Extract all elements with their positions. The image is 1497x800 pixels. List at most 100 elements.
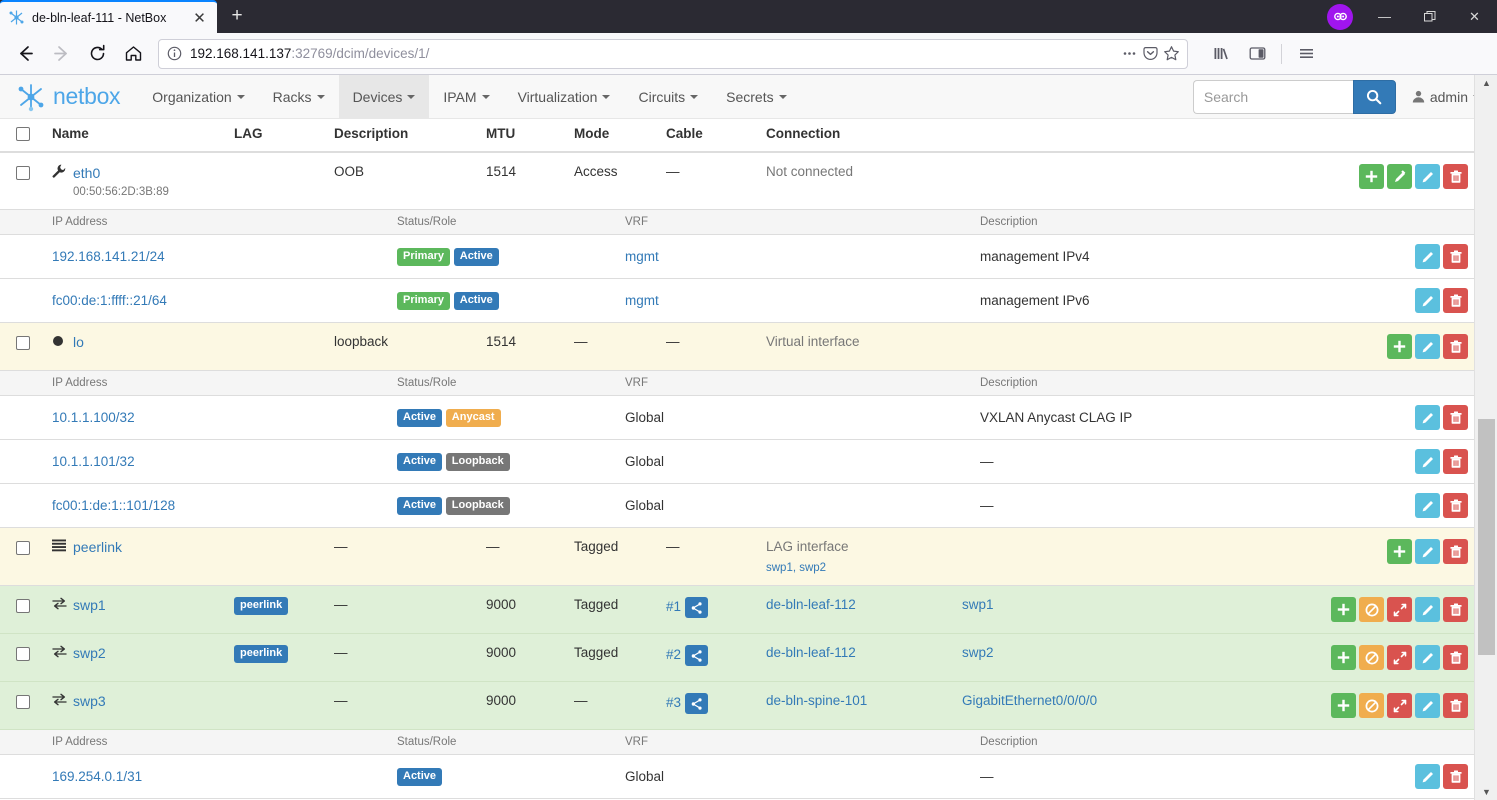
disconnect-button[interactable] bbox=[1387, 597, 1412, 623]
interface-row[interactable]: eth0 00:50:56:2D:3B:89 OOB 1514 Access — Not c… bbox=[0, 152, 1474, 211]
edit-button[interactable] bbox=[1415, 693, 1440, 719]
disable-button[interactable] bbox=[1359, 693, 1384, 719]
interface-row[interactable]: peerlink — — Tagged — LAG interface swp1, swp2 bbox=[0, 528, 1474, 587]
home-icon[interactable] bbox=[116, 38, 150, 70]
add-button[interactable] bbox=[1331, 645, 1356, 671]
scroll-up-arrow[interactable]: ▲ bbox=[1475, 75, 1497, 91]
cable-link[interactable]: #1 bbox=[666, 600, 681, 615]
site-info-icon[interactable] bbox=[165, 44, 184, 63]
lag-members[interactable]: swp1, swp2 bbox=[766, 562, 950, 574]
interface-name-link[interactable]: lo bbox=[73, 334, 84, 350]
add-button[interactable] bbox=[1331, 597, 1356, 623]
edit-button[interactable] bbox=[1415, 164, 1440, 190]
disconnect-button[interactable] bbox=[1387, 645, 1412, 671]
row-checkbox[interactable] bbox=[16, 598, 30, 613]
ip-edit-button[interactable] bbox=[1415, 405, 1440, 431]
header-description[interactable]: Description bbox=[328, 119, 480, 154]
interface-name-link[interactable]: swp3 bbox=[73, 693, 106, 709]
page-actions-icon[interactable] bbox=[1120, 44, 1139, 63]
ip-edit-button[interactable] bbox=[1415, 449, 1440, 475]
pocket-icon[interactable] bbox=[1141, 44, 1160, 63]
header-name[interactable]: Name bbox=[46, 119, 228, 154]
ip-row[interactable]: 192.168.141.21/24 Primary Active mgmt mana… bbox=[0, 234, 1474, 280]
ip-address-link[interactable]: 192.168.141.21/24 bbox=[52, 249, 165, 264]
ip-row[interactable]: 10.1.1.101/32 Active Loopback Global — bbox=[0, 439, 1474, 485]
vrf-link[interactable]: mgmt bbox=[625, 249, 659, 264]
connect-cable-button[interactable] bbox=[1387, 164, 1412, 190]
row-checkbox[interactable] bbox=[16, 335, 30, 350]
ip-delete-button[interactable] bbox=[1443, 449, 1468, 475]
interface-row[interactable]: swp1 peerlink —9000 Tagged #1 de-bln-leaf-112… bbox=[0, 585, 1474, 635]
vrf-link[interactable]: mgmt bbox=[625, 293, 659, 308]
interface-row[interactable]: lo loopback 1514— — Virtual interface bbox=[0, 323, 1474, 372]
ip-delete-button[interactable] bbox=[1443, 244, 1468, 270]
firefox-account-icon[interactable] bbox=[1327, 3, 1353, 30]
search-input[interactable] bbox=[1192, 79, 1353, 114]
row-checkbox[interactable] bbox=[16, 165, 30, 180]
window-close-button[interactable]: ✕ bbox=[1452, 0, 1497, 33]
interface-name-link[interactable]: peerlink bbox=[73, 539, 122, 555]
lag-badge[interactable]: peerlink bbox=[234, 597, 289, 615]
sidebar-toggle-icon[interactable] bbox=[1240, 38, 1274, 70]
ip-edit-button[interactable] bbox=[1415, 764, 1440, 790]
page-scrollbar-thumb[interactable] bbox=[1478, 419, 1495, 655]
close-tab-icon[interactable]: ✕ bbox=[190, 8, 209, 27]
connection-interface-link[interactable]: swp1 bbox=[962, 597, 994, 612]
menu-virtualization[interactable]: Virtualization bbox=[504, 75, 625, 119]
window-restore-button[interactable] bbox=[1407, 0, 1452, 33]
connection-device-link[interactable]: de-bln-leaf-112 bbox=[766, 645, 856, 660]
ip-delete-button[interactable] bbox=[1443, 405, 1468, 431]
interface-name-link[interactable]: swp2 bbox=[73, 645, 106, 661]
menu-devices[interactable]: Devices bbox=[338, 75, 430, 119]
ip-edit-button[interactable] bbox=[1415, 288, 1440, 314]
app-menu-icon[interactable] bbox=[1289, 38, 1323, 70]
ip-delete-button[interactable] bbox=[1443, 288, 1468, 314]
menu-circuits[interactable]: Circuits bbox=[624, 75, 712, 119]
delete-button[interactable] bbox=[1443, 539, 1468, 565]
trace-cable-button[interactable] bbox=[685, 645, 709, 667]
connection-interface-link[interactable]: swp2 bbox=[962, 645, 994, 660]
ip-edit-button[interactable] bbox=[1415, 244, 1440, 270]
edit-button[interactable] bbox=[1415, 645, 1440, 671]
disconnect-button[interactable] bbox=[1387, 693, 1412, 719]
ip-address-link[interactable]: fc00:de:1:ffff::21/64 bbox=[52, 293, 167, 308]
ip-row[interactable]: 169.254.0.1/31 Active Global — bbox=[0, 754, 1474, 800]
add-button[interactable] bbox=[1387, 334, 1412, 360]
header-mode[interactable]: Mode bbox=[568, 119, 660, 154]
header-cable[interactable]: Cable bbox=[660, 119, 760, 154]
delete-button[interactable] bbox=[1443, 164, 1468, 190]
forward-icon[interactable] bbox=[44, 38, 78, 70]
ip-address-link[interactable]: 169.254.0.1/31 bbox=[52, 769, 142, 784]
edit-button[interactable] bbox=[1415, 539, 1440, 565]
browser-tab[interactable]: de-bln-leaf-111 - NetBox ✕ bbox=[0, 0, 217, 33]
header-mtu[interactable]: MTU bbox=[480, 119, 568, 154]
ip-row[interactable]: fc00:1:de:1::101/128 Active Loopback Glob… bbox=[0, 483, 1474, 529]
back-icon[interactable] bbox=[8, 38, 42, 70]
reload-icon[interactable] bbox=[80, 38, 114, 70]
window-minimize-button[interactable]: — bbox=[1362, 0, 1407, 33]
edit-button[interactable] bbox=[1415, 334, 1440, 360]
scroll-down-arrow[interactable]: ▼ bbox=[1475, 784, 1497, 800]
add-button[interactable] bbox=[1359, 164, 1384, 190]
edit-button[interactable] bbox=[1415, 597, 1440, 623]
header-connection[interactable]: Connection bbox=[760, 119, 1301, 154]
connection-interface-link[interactable]: GigabitEthernet0/0/0/0 bbox=[962, 693, 1097, 708]
lag-badge[interactable]: peerlink bbox=[234, 645, 289, 663]
ip-address-link[interactable]: fc00:1:de:1::101/128 bbox=[52, 498, 175, 513]
disable-button[interactable] bbox=[1359, 597, 1384, 623]
interface-row[interactable]: swp2 peerlink —9000 Tagged #2 de-bln-leaf-112… bbox=[0, 633, 1474, 683]
netbox-logo[interactable]: netbox bbox=[16, 82, 121, 112]
ip-address-link[interactable]: 10.1.1.101/32 bbox=[52, 454, 135, 469]
ip-row[interactable]: 10.1.1.100/32 Active Anycast Global VXLAN … bbox=[0, 395, 1474, 441]
menu-racks[interactable]: Racks bbox=[259, 75, 339, 119]
delete-button[interactable] bbox=[1443, 597, 1468, 623]
page-scrollbar[interactable]: ▲ ▼ bbox=[1474, 75, 1497, 800]
row-checkbox[interactable] bbox=[16, 540, 30, 555]
interface-row[interactable]: swp3 —9000— #3 de-bln-spine-101 GigabitEther… bbox=[0, 681, 1474, 731]
delete-button[interactable] bbox=[1443, 334, 1468, 360]
bookmark-star-icon[interactable] bbox=[1162, 44, 1181, 63]
cable-link[interactable]: #2 bbox=[666, 648, 681, 663]
user-menu[interactable]: admin bbox=[1412, 89, 1481, 105]
row-checkbox[interactable] bbox=[16, 646, 30, 661]
delete-button[interactable] bbox=[1443, 645, 1468, 671]
